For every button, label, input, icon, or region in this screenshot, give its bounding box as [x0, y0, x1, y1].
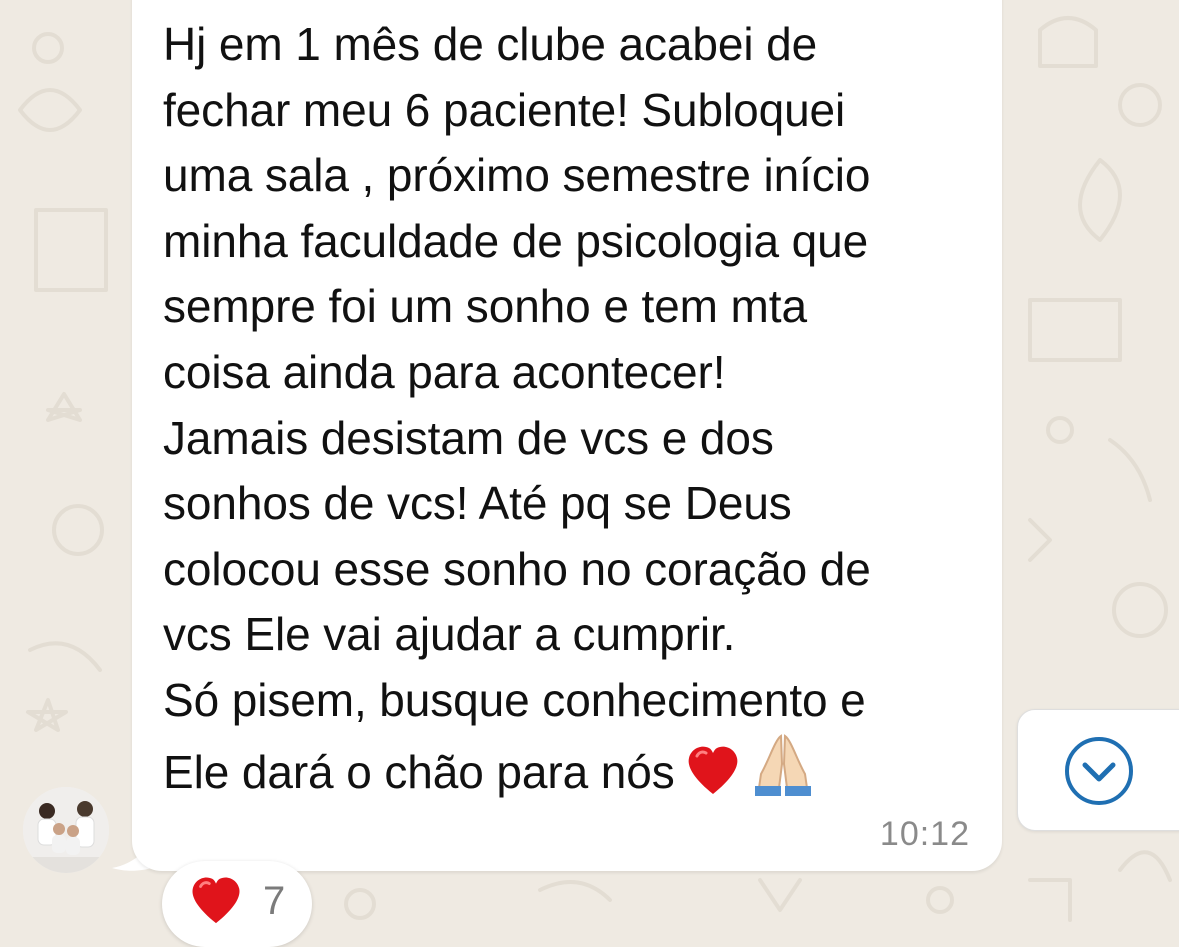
- reaction-count: 7: [263, 879, 286, 923]
- chevron-down-circle-icon: [1065, 737, 1133, 805]
- message-timestamp: 10:12: [879, 815, 970, 853]
- folded-hands-emoji: [751, 733, 815, 814]
- message-body: Hj em 1 mês de clube acabei de fechar me…: [163, 18, 871, 798]
- sender-avatar[interactable]: [23, 787, 109, 873]
- red-heart-emoji: [685, 744, 741, 814]
- message-text: Hj em 1 mês de clube acabei de fechar me…: [163, 12, 983, 813]
- scroll-to-bottom-button[interactable]: [1017, 709, 1179, 831]
- reaction-pill[interactable]: 7: [162, 861, 312, 947]
- red-heart-emoji: [192, 877, 240, 924]
